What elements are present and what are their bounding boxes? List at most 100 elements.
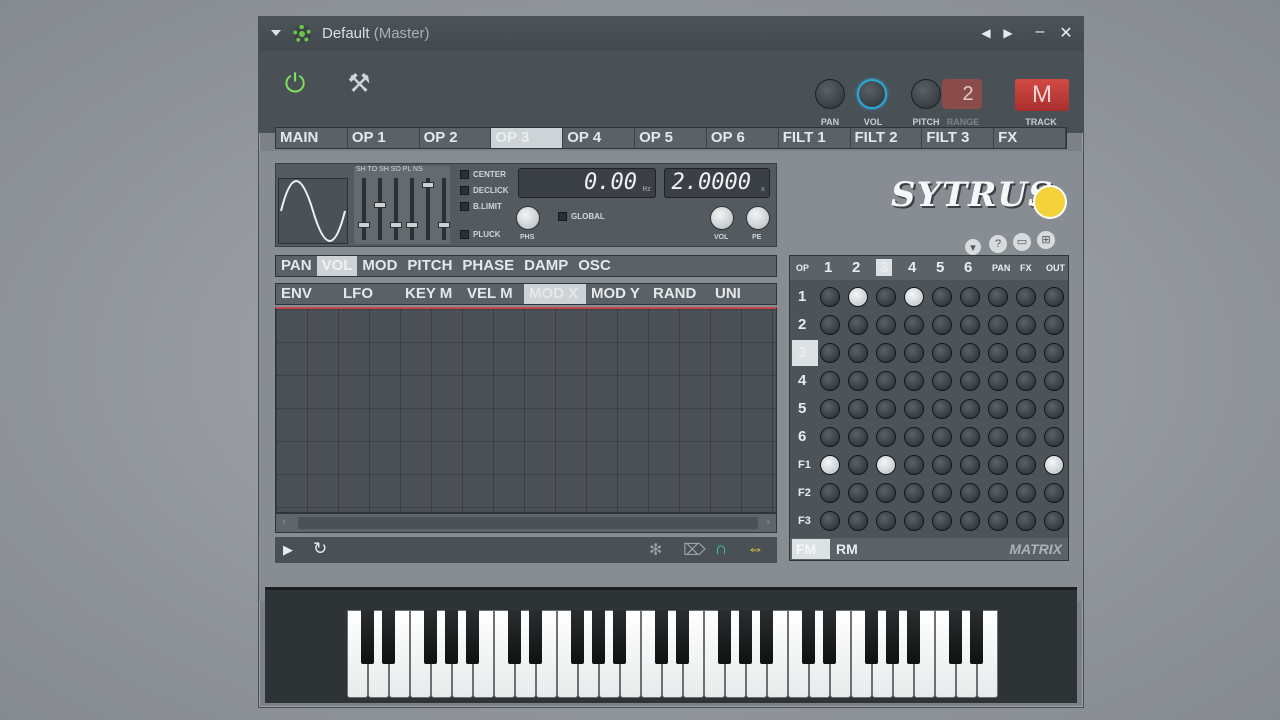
loop-icon[interactable]: ↻ [313, 539, 327, 559]
plug-icon[interactable]: ⏻ [277, 65, 313, 101]
scroll-right-icon[interactable]: › [766, 516, 770, 528]
matrix-knob[interactable] [1044, 399, 1064, 419]
matrix-col-out[interactable]: OUT [1046, 263, 1065, 273]
matrix-col-3[interactable]: 3 [876, 259, 893, 276]
scroll-left-icon[interactable]: ‹ [282, 516, 286, 528]
subtab-vol[interactable]: VOL [316, 256, 358, 276]
env-tab-key-m[interactable]: KEY M [400, 284, 462, 304]
matrix-knob[interactable] [932, 371, 952, 391]
matrix-knob[interactable] [848, 483, 868, 503]
center-checkbox[interactable]: CENTER [460, 170, 506, 179]
matrix-knob[interactable] [848, 511, 868, 531]
matrix-knob[interactable] [1016, 343, 1036, 363]
dropdown-icon[interactable]: ▾ [965, 239, 981, 255]
matrix-knob[interactable] [904, 399, 924, 419]
minimize-button[interactable]: – [1031, 23, 1049, 41]
black-key[interactable] [466, 610, 479, 664]
ratio-display[interactable]: 2.0000 x [664, 168, 770, 198]
matrix-knob[interactable] [820, 399, 840, 419]
matrix-knob[interactable] [1016, 371, 1036, 391]
fader-sh[interactable] [358, 178, 370, 240]
matrix-knob[interactable] [876, 343, 896, 363]
tab-op-1[interactable]: OP 1 [348, 128, 420, 148]
fader-pl[interactable] [422, 178, 434, 240]
tab-filt-3[interactable]: FILT 3 [922, 128, 995, 148]
fm-button[interactable]: FM [792, 539, 830, 559]
matrix-knob[interactable] [904, 287, 924, 307]
envelope-scrollbar[interactable]: ‹ › [275, 513, 777, 533]
matrix-row-1[interactable]: 1 [792, 284, 818, 310]
matrix-knob[interactable] [904, 315, 924, 335]
env-tab-mod-y[interactable]: MOD Y [586, 284, 648, 304]
tab-op-6[interactable]: OP 6 [707, 128, 779, 148]
black-key[interactable] [592, 610, 605, 664]
op-vol-knob[interactable] [710, 206, 734, 230]
matrix-knob[interactable] [876, 371, 896, 391]
matrix-knob[interactable] [988, 315, 1008, 335]
matrix-knob[interactable] [988, 287, 1008, 307]
matrix-knob[interactable] [960, 399, 980, 419]
matrix-knob[interactable] [820, 511, 840, 531]
matrix-knob[interactable] [848, 371, 868, 391]
tab-filt-2[interactable]: FILT 2 [851, 128, 923, 148]
matrix-knob[interactable] [904, 483, 924, 503]
matrix-knob[interactable] [904, 343, 924, 363]
black-key[interactable] [613, 610, 626, 664]
matrix-knob[interactable] [1044, 511, 1064, 531]
matrix-knob[interactable] [932, 483, 952, 503]
global-checkbox[interactable]: GLOBAL [558, 212, 605, 221]
matrix-knob[interactable] [932, 399, 952, 419]
matrix-knob[interactable] [960, 455, 980, 475]
matrix-knob[interactable] [876, 315, 896, 335]
matrix-col-4[interactable]: 4 [908, 259, 916, 276]
subtab-pan[interactable]: PAN [276, 256, 317, 276]
matrix-knob[interactable] [1044, 483, 1064, 503]
matrix-knob[interactable] [988, 371, 1008, 391]
matrix-knob[interactable] [848, 287, 868, 307]
arrows-icon[interactable]: ⇔ [747, 539, 764, 559]
matrix-knob[interactable] [876, 483, 896, 503]
fader-ns[interactable] [438, 178, 450, 240]
matrix-knob[interactable] [876, 399, 896, 419]
piano-keyboard[interactable] [347, 610, 1007, 698]
matrix-row-2[interactable]: 2 [792, 312, 818, 338]
black-key[interactable] [907, 610, 920, 664]
black-key[interactable] [655, 610, 668, 664]
env-tab-vel-m[interactable]: VEL M [462, 284, 524, 304]
declick-checkbox[interactable]: DECLICK [460, 186, 509, 195]
track-button[interactable]: M [1015, 79, 1069, 111]
matrix-col-5[interactable]: 5 [936, 259, 944, 276]
matrix-row-6[interactable]: 6 [792, 424, 818, 450]
tab-filt-1[interactable]: FILT 1 [779, 128, 851, 148]
black-key[interactable] [739, 610, 752, 664]
matrix-knob[interactable] [876, 455, 896, 475]
matrix-knob[interactable] [988, 399, 1008, 419]
black-key[interactable] [949, 610, 962, 664]
pluck-checkbox[interactable]: PLUCK [460, 230, 501, 239]
pitch-range-display[interactable]: 2 [942, 79, 982, 109]
tab-op-2[interactable]: OP 2 [420, 128, 492, 148]
vol-knob[interactable] [857, 79, 887, 109]
matrix-knob[interactable] [848, 427, 868, 447]
matrix-knob[interactable] [1044, 287, 1064, 307]
subtab-damp[interactable]: DAMP [519, 256, 573, 276]
matrix-col-1[interactable]: 1 [824, 259, 832, 276]
env-tab-env[interactable]: ENV [276, 284, 338, 304]
matrix-knob[interactable] [820, 427, 840, 447]
matrix-knob[interactable] [932, 315, 952, 335]
matrix-knob[interactable] [932, 511, 952, 531]
env-tab-rand[interactable]: RAND [648, 284, 710, 304]
fader-to[interactable] [374, 178, 386, 240]
tab-op-4[interactable]: OP 4 [563, 128, 636, 148]
title-bar[interactable]: Default (Master) ◀ ▶ – ✕ [259, 17, 1083, 51]
waveform-display[interactable] [278, 178, 348, 244]
matrix-knob[interactable] [876, 287, 896, 307]
matrix-knob[interactable] [988, 483, 1008, 503]
matrix-knob[interactable] [820, 343, 840, 363]
matrix-knob[interactable] [904, 455, 924, 475]
matrix-knob[interactable] [848, 315, 868, 335]
matrix-knob[interactable] [1016, 399, 1036, 419]
matrix-row-4[interactable]: 4 [792, 368, 818, 394]
matrix-row-f3[interactable]: F3 [792, 508, 818, 534]
matrix-knob[interactable] [960, 287, 980, 307]
